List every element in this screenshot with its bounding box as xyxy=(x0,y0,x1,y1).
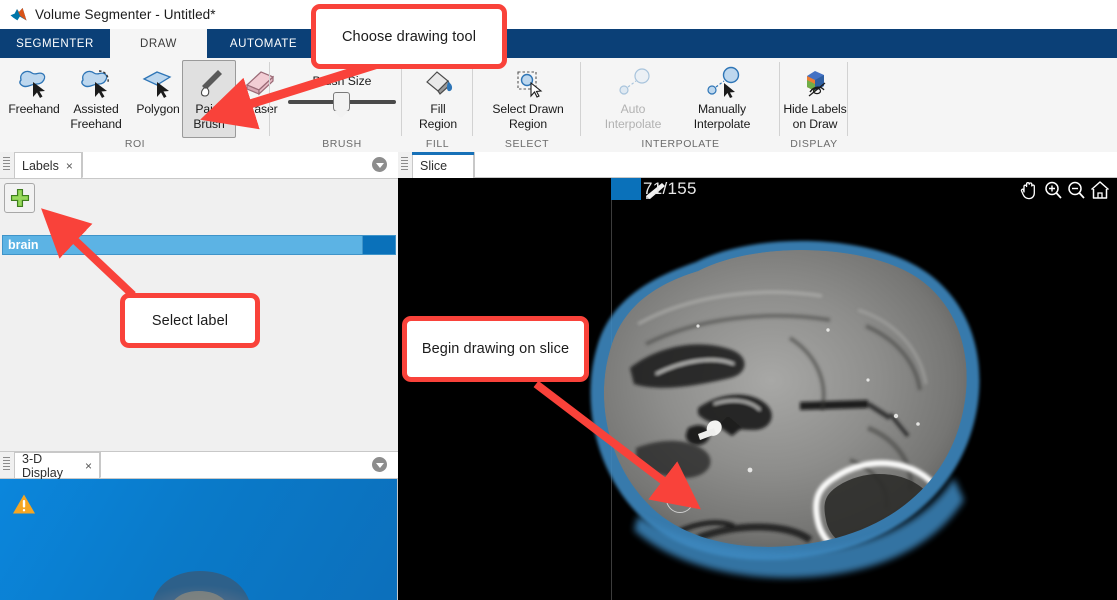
callout-begin-drawing-text: Begin drawing on slice xyxy=(421,341,570,357)
select-drawn-region-label: Select Drawn Region xyxy=(492,102,564,131)
polygon-button[interactable]: Polygon xyxy=(126,60,190,138)
manually-interpolate-button[interactable]: Manually Interpolate xyxy=(675,60,769,138)
mri-slice-image[interactable] xyxy=(398,178,1117,600)
freehand-label: Freehand xyxy=(8,102,60,116)
window-title: Volume Segmenter - Untitled* xyxy=(35,7,216,22)
display3d-tab-bar: 3-D Display × xyxy=(0,451,398,480)
eraser-icon xyxy=(239,64,281,100)
group-separator xyxy=(847,62,848,136)
tab-draw[interactable]: DRAW xyxy=(110,29,207,58)
paint-brush-label: Paint Brush xyxy=(193,102,225,131)
ribbon-group-roi: Freehand Assisted Freehand Polygon Paint… xyxy=(0,58,282,152)
auto-interpolate-label: Auto Interpolate xyxy=(604,102,662,131)
ribbon-tab-strip: SEGMENTER DRAW AUTOMATE xyxy=(0,29,1117,58)
assisted-freehand-label: Assisted Freehand xyxy=(70,102,122,131)
ribbon-group-caption-interpolate: INTERPOLATE xyxy=(641,138,720,150)
ribbon: Freehand Assisted Freehand Polygon Paint… xyxy=(0,58,1117,153)
slice-viewer-canvas[interactable]: 71/155 xyxy=(398,178,1117,600)
fill-region-label: Fill Region xyxy=(418,102,458,131)
assisted-freehand-button[interactable]: Assisted Freehand xyxy=(64,60,128,138)
tab-3d-display-label: 3-D Display xyxy=(22,451,63,480)
display3d-panel-menu-icon[interactable] xyxy=(372,457,387,472)
hide-labels-on-draw-button[interactable]: Hide Labels on Draw xyxy=(782,60,848,138)
ribbon-group-caption-fill: FILL xyxy=(425,138,450,150)
display3d-panel-body[interactable] xyxy=(0,479,398,600)
brush-cursor-circle xyxy=(666,485,694,513)
ribbon-group-interpolate: Auto Interpolate Manually Interpolate INTE… xyxy=(581,58,780,152)
freehand-icon xyxy=(13,64,55,100)
add-plus-icon xyxy=(10,188,29,208)
manually-interpolate-icon xyxy=(700,64,744,100)
tab-labels-close-icon[interactable]: × xyxy=(66,159,73,173)
paint-brush-icon xyxy=(189,64,229,100)
labels-panel-menu-icon[interactable] xyxy=(372,157,387,172)
tab-segmenter[interactable]: SEGMENTER xyxy=(0,29,110,58)
assisted-freehand-icon xyxy=(75,64,117,100)
callout-select-label: Select label xyxy=(120,293,260,348)
volume-segmenter-window: Volume Segmenter - Untitled* SEGMENTER D… xyxy=(0,0,1117,600)
callout-choose-drawing-tool: Choose drawing tool xyxy=(311,4,507,69)
brush-size-slider-knob[interactable] xyxy=(333,92,350,118)
hide-labels-icon xyxy=(793,64,837,100)
labels-tab-bar: Labels × xyxy=(0,152,398,179)
select-drawn-region-button[interactable]: Select Drawn Region xyxy=(485,60,571,138)
warning-triangle-icon xyxy=(13,494,35,514)
ribbon-group-select: Select Drawn Region SELECT xyxy=(473,58,581,152)
ribbon-group-caption-select: SELECT xyxy=(504,138,550,150)
title-bar: Volume Segmenter - Untitled* xyxy=(0,0,1117,30)
drag-grip-icon[interactable] xyxy=(401,157,408,173)
select-drawn-region-icon xyxy=(506,64,550,100)
auto-interpolate-button[interactable]: Auto Interpolate xyxy=(591,60,675,138)
labels-list-empty-area xyxy=(0,259,397,451)
tab-labels-label: Labels xyxy=(22,158,59,173)
ribbon-group-caption-display: DISPLAY xyxy=(790,138,838,150)
matlab-logo-icon xyxy=(10,8,27,21)
fill-region-icon xyxy=(417,64,459,100)
slice-tab-bar: Slice xyxy=(398,152,1117,178)
hide-labels-on-draw-label: Hide Labels on Draw xyxy=(783,102,847,131)
callout-select-label-text: Select label xyxy=(151,312,229,329)
volume-render-preview xyxy=(153,571,249,600)
ribbon-group-fill: Fill Region FILL xyxy=(402,58,473,152)
group-separator xyxy=(269,62,270,136)
tab-labels[interactable]: Labels × xyxy=(14,152,82,178)
ribbon-group-display: Hide Labels on Draw DISPLAY xyxy=(780,58,848,152)
auto-interpolate-icon xyxy=(611,64,655,100)
manually-interpolate-label: Manually Interpolate xyxy=(693,102,751,131)
callout-begin-drawing: Begin drawing on slice xyxy=(402,316,589,382)
ribbon-group-caption-brush: BRUSH xyxy=(322,138,362,150)
label-color-swatch[interactable] xyxy=(363,235,396,255)
brush-size-label: Brush Size xyxy=(312,74,372,88)
tab-slice[interactable]: Slice xyxy=(412,152,474,178)
polygon-icon xyxy=(137,64,179,100)
tab-3d-display-close-icon[interactable]: × xyxy=(85,459,92,473)
polygon-label: Polygon xyxy=(136,102,180,116)
ribbon-group-brush: Brush Size BRUSH xyxy=(282,58,402,152)
tab-automate[interactable]: AUTOMATE xyxy=(207,29,320,58)
left-panel: Labels × brain 3-D Display × xyxy=(0,152,399,600)
tab-slice-label: Slice xyxy=(420,158,448,173)
drag-grip-icon[interactable] xyxy=(3,157,10,173)
freehand-button[interactable]: Freehand xyxy=(2,60,66,138)
fill-region-button[interactable]: Fill Region xyxy=(406,60,470,138)
label-list-item-brain[interactable]: brain xyxy=(2,235,396,255)
callout-choose-drawing-tool-text: Choose drawing tool xyxy=(341,28,477,45)
label-name[interactable]: brain xyxy=(2,235,363,255)
add-label-button[interactable] xyxy=(4,183,35,213)
tab-3d-display[interactable]: 3-D Display × xyxy=(14,451,100,480)
tab-slice-active-indicator xyxy=(412,152,474,155)
drag-grip-icon[interactable] xyxy=(3,457,10,473)
ribbon-group-caption-roi: ROI xyxy=(124,138,146,150)
eraser-label: Eraser xyxy=(242,102,278,116)
